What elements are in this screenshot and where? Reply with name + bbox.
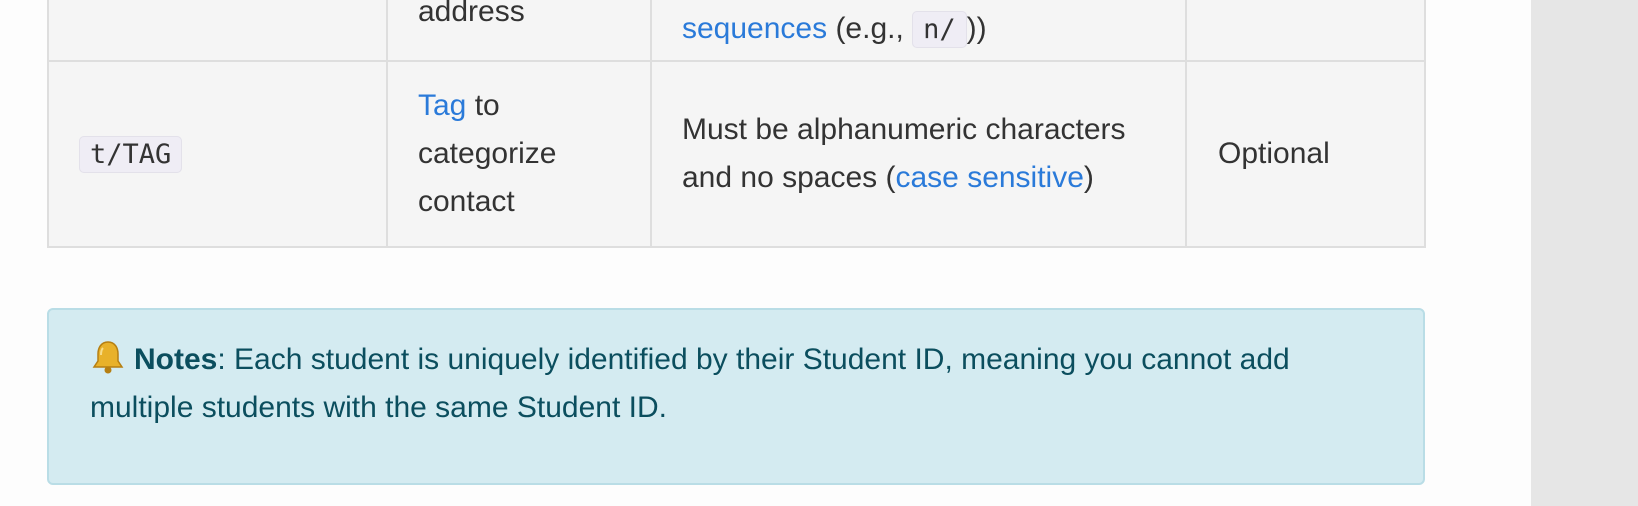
constraint-close: ) xyxy=(976,12,987,45)
table-cell-constraints: Must be alphanumeric characters and no s… xyxy=(650,60,1187,248)
notes-label: Notes xyxy=(134,343,218,376)
constraint-close: ) xyxy=(966,12,977,45)
table-row: t/TAG Tag to categorize contact Must be … xyxy=(47,60,1426,248)
table-cell-requirement xyxy=(1185,0,1426,62)
page: address sequences (e.g., n/)) t/TAG Tag … xyxy=(0,0,1638,506)
sequences-link[interactable]: sequences xyxy=(682,12,827,45)
tag-link[interactable]: Tag xyxy=(418,89,466,122)
table-row: address sequences (e.g., n/)) xyxy=(47,0,1426,62)
table-cell-parameter xyxy=(47,0,388,62)
constraint-close: ) xyxy=(1083,161,1094,194)
parameters-table: address sequences (e.g., n/)) t/TAG Tag … xyxy=(47,0,1426,248)
requirement-text: Optional xyxy=(1218,137,1330,170)
prefix-code: n/ xyxy=(912,11,967,48)
table-cell-parameter: t/TAG xyxy=(47,60,388,248)
table-cell-description: address xyxy=(386,0,652,62)
notes-callout: Notes: Each student is uniquely identifi… xyxy=(47,308,1425,485)
case-sensitive-link[interactable]: case sensitive xyxy=(895,161,1083,194)
description-text: address xyxy=(418,0,525,28)
bell-icon xyxy=(90,339,126,375)
table-cell-constraints: sequences (e.g., n/)) xyxy=(650,0,1187,62)
notes-text: : Each student is uniquely identified by… xyxy=(90,343,1290,424)
table-cell-requirement: Optional xyxy=(1185,60,1426,248)
constraint-text: (e.g., xyxy=(827,12,913,45)
table-cell-description: Tag to categorize contact xyxy=(386,60,652,248)
tag-parameter-code: t/TAG xyxy=(79,135,183,173)
scrollbar-track[interactable] xyxy=(1531,0,1638,506)
